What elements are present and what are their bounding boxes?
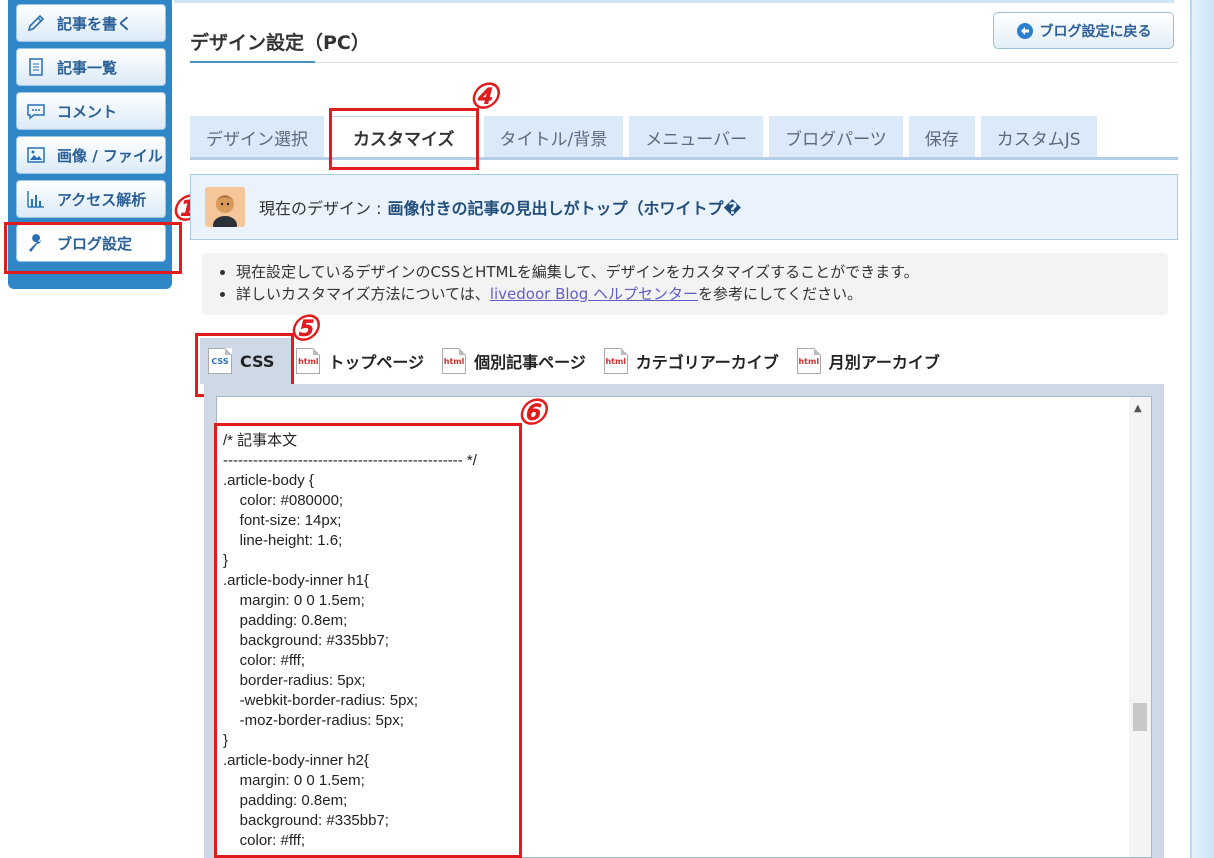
sidebar-item-label: コメント: [57, 102, 118, 121]
current-design-box: 現在のデザイン : 画像付きの記事の見出しがトップ（ホワイトプ�: [190, 174, 1178, 240]
sidebar-item-label: 記事一覧: [57, 58, 118, 77]
info-line: 詳しいカスタマイズ方法については、livedoor Blog ヘルプセンターを参…: [236, 283, 1168, 305]
sidebar-item-label: アクセス解析: [57, 190, 147, 209]
file-tab-article-page[interactable]: html 個別記事ページ: [442, 348, 586, 374]
html-file-icon: html: [442, 348, 467, 374]
scroll-thumb[interactable]: [1133, 703, 1147, 731]
info-text: 詳しいカスタマイズ方法については、: [236, 285, 490, 303]
sidebar-item-article-list[interactable]: 記事一覧: [16, 48, 166, 86]
info-text: を参考にしてください。: [698, 285, 863, 303]
tab-blog-parts[interactable]: ブログパーツ: [769, 116, 903, 158]
sidebar-item-label: 記事を書く: [57, 14, 133, 33]
current-design-label: 現在のデザイン :: [259, 199, 382, 218]
file-tab-label: 月別アーカイブ: [828, 353, 940, 372]
sidebar-item-write-article[interactable]: 記事を書く: [16, 4, 166, 42]
sidebar-item-comments[interactable]: コメント: [16, 92, 166, 130]
return-arrow-icon: [1016, 22, 1034, 40]
title-divider: [190, 62, 1178, 63]
file-tab-label: トップページ: [328, 353, 425, 372]
editor-scrollbar[interactable]: ▲: [1129, 397, 1151, 857]
tab-custom-js[interactable]: カスタムJS: [980, 116, 1097, 158]
file-tab-label: 個別記事ページ: [474, 353, 586, 372]
back-button-label: ブログ設定に戻る: [1039, 23, 1152, 40]
html-file-icon: html: [796, 348, 821, 374]
top-border: [174, 0, 1174, 3]
avatar: [205, 187, 245, 227]
annotation-mark-4: ④: [468, 77, 499, 117]
sidebar-item-images-files[interactable]: 画像 / ファイル: [16, 136, 166, 174]
file-tab-label: カテゴリアーカイブ: [635, 353, 779, 372]
file-tab-category-archive[interactable]: html カテゴリアーカイブ: [603, 348, 779, 374]
title-accent-bar: [190, 61, 315, 63]
annotation-box-blog-settings: [4, 222, 182, 274]
html-file-icon: html: [603, 348, 628, 374]
back-to-blog-settings-button[interactable]: ブログ設定に戻る: [993, 12, 1174, 49]
help-center-link[interactable]: livedoor Blog ヘルプセンター: [490, 285, 698, 303]
html-file-icon: html: [296, 348, 321, 374]
sidebar-item-label: 画像 / ファイル: [57, 146, 163, 165]
tab-title-background[interactable]: タイトル/背景: [483, 116, 624, 158]
annotation-mark-6: ⑥: [516, 393, 547, 433]
page-right-margin: [1190, 0, 1214, 858]
file-tab-monthly-archive[interactable]: html 月別アーカイブ: [796, 348, 940, 374]
document-list-icon: [25, 56, 47, 78]
annotation-box-css-code: [214, 423, 522, 858]
sidebar-item-access-analytics[interactable]: アクセス解析: [16, 180, 166, 218]
info-box: 現在設定しているデザインのCSSとHTMLを編集して、デザインをカスタマイズする…: [202, 253, 1168, 315]
file-tab-top-page[interactable]: html トップページ: [296, 348, 424, 374]
info-line: 現在設定しているデザインのCSSとHTMLを編集して、デザインをカスタマイズする…: [236, 261, 1168, 283]
design-tabs: デザイン選択 カスタマイズ タイトル/背景 メニューバー ブログパーツ 保存 カ…: [190, 116, 1103, 158]
tab-design-select[interactable]: デザイン選択: [190, 116, 324, 158]
speech-bubble-icon: [25, 100, 47, 122]
image-icon: [25, 144, 47, 166]
annotation-box-customize-tab: [329, 108, 479, 170]
tab-menu-bar[interactable]: メニューバー: [629, 116, 764, 158]
annotation-mark-5: ⑤: [288, 309, 319, 349]
bar-chart-icon: [25, 188, 47, 210]
page-title: デザイン設定（PC）: [190, 32, 370, 54]
scroll-up-arrow-icon[interactable]: ▲: [1134, 403, 1142, 414]
pencil-icon: [25, 12, 47, 34]
current-design-name: 画像付きの記事の見出しがトップ（ホワイトプ�: [387, 199, 742, 218]
tab-save[interactable]: 保存: [908, 116, 975, 158]
